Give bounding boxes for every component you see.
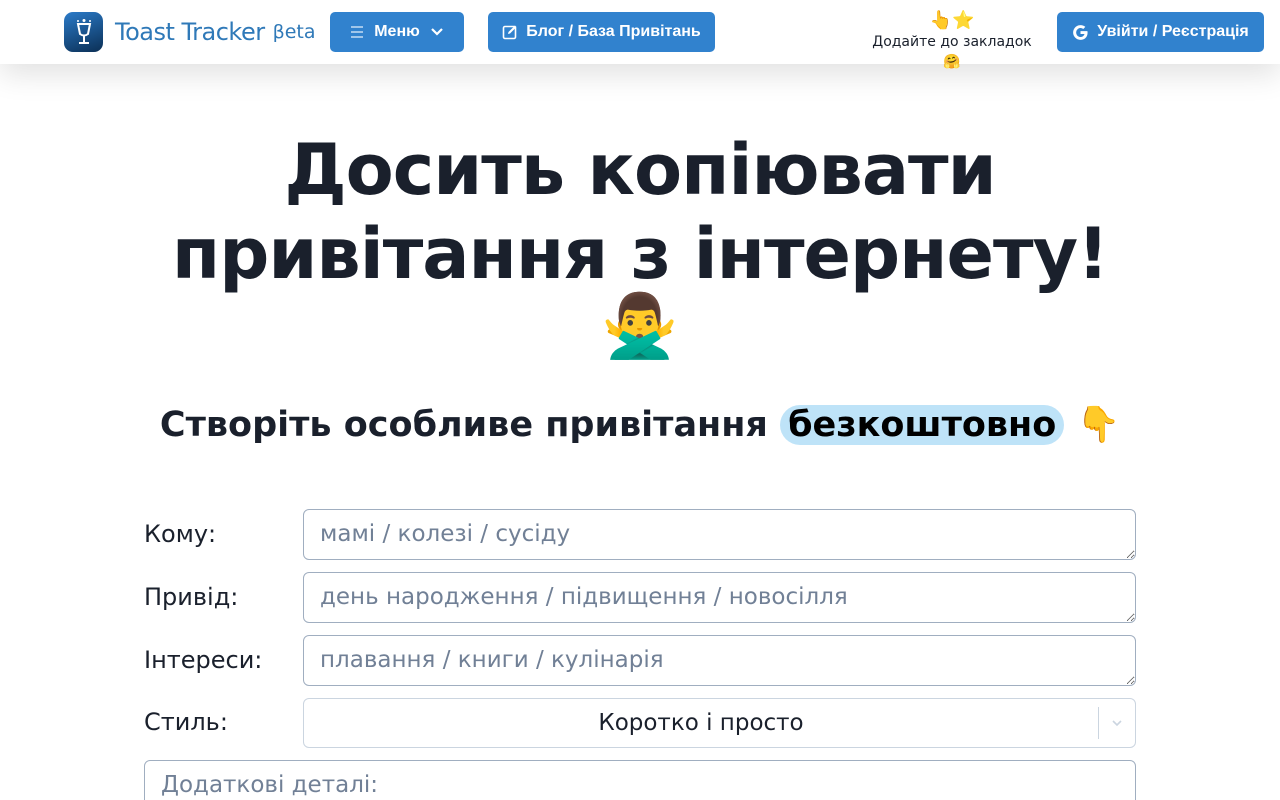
style-select-value: Коротко і просто (598, 710, 804, 736)
bookmark-hint: 👆⭐ Додайте до закладок 🤗 (862, 10, 1042, 72)
menu-button[interactable]: Меню (330, 12, 464, 52)
to-input[interactable] (303, 509, 1136, 560)
reason-label: Привід: (144, 583, 239, 611)
logo[interactable]: Toast Tracker βeta (64, 12, 316, 52)
subtitle-text: Створіть особливе привітання (159, 405, 768, 445)
details-input[interactable] (144, 760, 1136, 800)
edit-icon (502, 25, 517, 40)
hero-title: Досить копіювати привітання з інтернету! (140, 128, 1140, 296)
blog-button[interactable]: Блог / База Привітань (488, 12, 715, 52)
blog-button-label: Блог / База Привітань (526, 23, 701, 40)
logo-beta-badge: βeta (272, 21, 316, 43)
hero-title-line2: привітання з інтернету! (171, 213, 1109, 295)
to-label: Кому: (144, 520, 217, 548)
interests-input[interactable] (303, 635, 1136, 686)
hero-title-line1: Досить копіювати (284, 129, 996, 211)
bookmark-text: Додайте до закладок 🤗 (872, 34, 1032, 70)
logo-text: Toast Tracker (115, 18, 265, 46)
no-gesture-emoji: 🙅‍♂️ (601, 289, 679, 362)
chevron-down-icon (431, 28, 443, 36)
pointing-down-emoji: 👇 (1076, 405, 1121, 445)
toast-logo-icon (64, 12, 103, 52)
subtitle: Створіть особливе привітання безкоштовно… (140, 400, 1140, 450)
top-header: Toast Tracker βeta Меню Блог / База Прив… (0, 0, 1280, 70)
style-select[interactable]: Коротко і просто (303, 698, 1136, 748)
style-label: Стиль: (144, 708, 228, 736)
reason-input[interactable] (303, 572, 1136, 623)
bookmark-emoji: 👆⭐ (929, 10, 975, 31)
hamburger-icon (351, 26, 364, 38)
interests-label: Інтереси: (144, 646, 263, 674)
chevron-down-icon[interactable] (1099, 719, 1135, 727)
login-button[interactable]: Увійти / Реєстрація (1057, 12, 1264, 52)
menu-button-label: Меню (374, 23, 420, 40)
login-button-label: Увійти / Реєстрація (1097, 23, 1249, 40)
google-icon (1073, 24, 1088, 40)
subtitle-highlight: безкоштовно (780, 405, 1065, 445)
